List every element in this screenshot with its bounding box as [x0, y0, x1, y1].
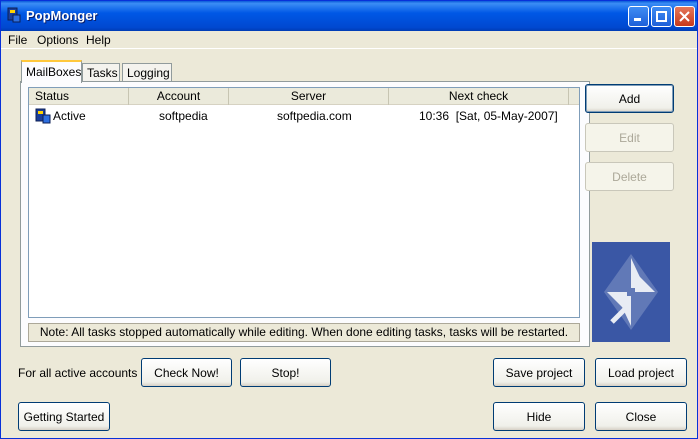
row-next-check: 10:36 [Sat, 05-May-2007]: [419, 109, 558, 123]
app-window: PopMonger File Options Help MailBoxes Ta…: [0, 0, 698, 439]
maximize-button[interactable]: [651, 6, 672, 27]
getting-started-button[interactable]: Getting Started: [18, 402, 110, 431]
menu-help[interactable]: Help: [86, 33, 111, 47]
mailbox-list[interactable]: Status Account Server Next check Active …: [28, 87, 580, 318]
tab-logging[interactable]: Logging: [122, 63, 172, 82]
arrows-logo-graphic: [604, 254, 658, 330]
delete-button[interactable]: Delete: [585, 162, 674, 191]
close-window-button[interactable]: [674, 6, 695, 27]
minimize-icon: [634, 18, 641, 21]
close-button[interactable]: Close: [595, 402, 687, 431]
stop-button[interactable]: Stop!: [240, 358, 331, 387]
menu-options[interactable]: Options: [37, 33, 78, 47]
tab-mailboxes[interactable]: MailBoxes: [21, 60, 82, 83]
mailboxes-panel: Status Account Server Next check Active …: [20, 81, 590, 347]
editing-note: Note: All tasks stopped automatically wh…: [28, 323, 580, 342]
row-server: softpedia.com: [277, 109, 352, 123]
close-icon: [679, 11, 690, 22]
maximize-icon: [656, 11, 667, 22]
tab-tasks[interactable]: Tasks: [82, 63, 120, 82]
popmonger-app-icon: [7, 7, 21, 23]
column-status[interactable]: Status: [29, 88, 129, 105]
save-project-button[interactable]: Save project: [493, 358, 585, 387]
row-status: Active: [53, 109, 86, 123]
menu-file[interactable]: File: [8, 33, 27, 47]
menu-bar: File Options Help: [1, 31, 697, 49]
for-all-accounts-label: For all active accounts: [18, 366, 138, 380]
arrows-logo-icon: [592, 242, 670, 342]
column-account[interactable]: Account: [129, 88, 229, 105]
column-server[interactable]: Server: [229, 88, 389, 105]
row-account: softpedia: [159, 109, 208, 123]
title-bar[interactable]: PopMonger: [1, 1, 697, 31]
window-title: PopMonger: [26, 8, 98, 23]
hide-button[interactable]: Hide: [493, 402, 585, 431]
column-next-check[interactable]: Next check: [389, 88, 569, 105]
check-now-button[interactable]: Check Now!: [141, 358, 232, 387]
add-button[interactable]: Add: [585, 84, 674, 113]
list-header: Status Account Server Next check: [29, 88, 579, 105]
edit-button[interactable]: Edit: [585, 123, 674, 152]
list-item[interactable]: Active softpedia softpedia.com 10:36 [Sa…: [29, 106, 579, 126]
minimize-button[interactable]: [628, 6, 649, 27]
load-project-button[interactable]: Load project: [595, 358, 687, 387]
mailbox-active-icon: [35, 108, 51, 124]
